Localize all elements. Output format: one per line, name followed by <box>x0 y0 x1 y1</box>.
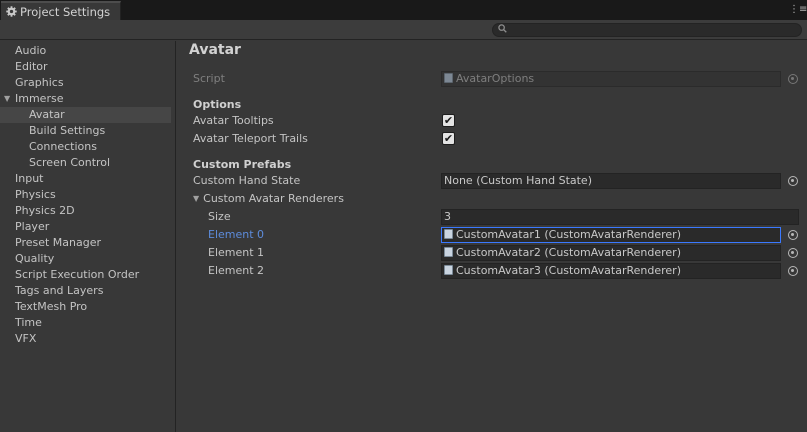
script-asset-icon <box>444 73 453 83</box>
sidebar-item-editor[interactable]: Editor <box>0 59 171 75</box>
element-0-value: CustomAvatar1 (CustomAvatarRenderer) <box>456 228 681 241</box>
sidebar-item-label: Editor <box>15 60 48 73</box>
sidebar-item-script-execution-order[interactable]: Script Execution Order <box>0 267 171 283</box>
settings-inspector: Avatar Script AvatarOptions Options Avat… <box>177 41 807 432</box>
sidebar-item-connections[interactable]: Connections <box>0 139 171 155</box>
sidebar-item-label: Quality <box>15 252 55 265</box>
size-value: 3 <box>444 210 451 223</box>
element-2-value: CustomAvatar3 (CustomAvatarRenderer) <box>456 264 681 277</box>
sidebar-item-label: TextMesh Pro <box>15 300 88 313</box>
tab-title: Project Settings <box>20 4 111 19</box>
element-1-field[interactable]: CustomAvatar2 (CustomAvatarRenderer) <box>441 245 781 261</box>
tab-menu-icon[interactable]: ⋮≡ <box>789 4 807 16</box>
size-label: Size <box>208 210 231 223</box>
object-picker-icon[interactable] <box>788 248 798 258</box>
custom-avatar-renderers-label: Custom Avatar Renderers <box>203 192 344 205</box>
object-picker-icon[interactable] <box>788 176 798 186</box>
element-0-field[interactable]: CustomAvatar1 (CustomAvatarRenderer) <box>441 227 781 243</box>
toolbar <box>0 20 807 40</box>
foldout-expanded-icon[interactable]: ▼ <box>4 91 10 107</box>
sidebar-item-label: Audio <box>15 44 47 57</box>
sidebar-item-label: Physics <box>15 188 56 201</box>
options-header: Options <box>193 98 242 111</box>
sidebar-item-label: Screen Control <box>29 156 111 169</box>
gear-icon <box>6 6 17 17</box>
foldout-expanded-icon[interactable]: ▼ <box>193 191 199 207</box>
object-picker-icon[interactable] <box>788 266 798 276</box>
sidebar-item-immerse[interactable]: ▼ Immerse <box>0 91 171 107</box>
object-picker-icon <box>788 74 798 84</box>
sidebar-item-label: Script Execution Order <box>15 268 140 281</box>
sidebar-item-graphics[interactable]: Graphics <box>0 75 171 91</box>
prefab-asset-icon <box>444 247 453 257</box>
custom-prefabs-header: Custom Prefabs <box>193 158 292 171</box>
prefab-asset-icon <box>444 265 453 275</box>
settings-sidebar: Audio Editor Graphics ▼ Immerse Avatar B… <box>0 41 176 432</box>
sidebar-item-physics[interactable]: Physics <box>0 187 171 203</box>
sidebar-item-label: Immerse <box>15 92 64 105</box>
element-2-field[interactable]: CustomAvatar3 (CustomAvatarRenderer) <box>441 263 781 279</box>
element-2-label: Element 2 <box>208 264 265 277</box>
sidebar-item-time[interactable]: Time <box>0 315 171 331</box>
sidebar-item-label: Tags and Layers <box>15 284 104 297</box>
script-field-value: AvatarOptions <box>456 72 535 85</box>
avatar-tooltips-checkbox[interactable]: ✔ <box>442 114 455 127</box>
avatar-tooltips-label: Avatar Tooltips <box>193 114 274 127</box>
sidebar-item-audio[interactable]: Audio <box>0 43 171 59</box>
sidebar-item-textmesh-pro[interactable]: TextMesh Pro <box>0 299 171 315</box>
sidebar-item-input[interactable]: Input <box>0 171 171 187</box>
sidebar-item-label: Physics 2D <box>15 204 75 217</box>
sidebar-item-label: VFX <box>15 332 37 345</box>
element-1-value: CustomAvatar2 (CustomAvatarRenderer) <box>456 246 681 259</box>
element-0-label: Element 0 <box>208 228 265 241</box>
sidebar-item-label: Graphics <box>15 76 64 89</box>
sidebar-item-vfx[interactable]: VFX <box>0 331 171 347</box>
avatar-teleport-trails-label: Avatar Teleport Trails <box>193 132 308 145</box>
script-field: AvatarOptions <box>441 71 781 87</box>
sidebar-item-label: Avatar <box>29 108 65 121</box>
sidebar-item-tags-and-layers[interactable]: Tags and Layers <box>0 283 171 299</box>
window-tab-bar: Project Settings ⋮≡ <box>0 0 807 20</box>
prefab-asset-icon <box>444 229 453 239</box>
sidebar-item-quality[interactable]: Quality <box>0 251 171 267</box>
sidebar-item-player[interactable]: Player <box>0 219 171 235</box>
sidebar-item-preset-manager[interactable]: Preset Manager <box>0 235 171 251</box>
sidebar-item-label: Connections <box>29 140 97 153</box>
tab-project-settings[interactable]: Project Settings <box>1 1 121 20</box>
search-field[interactable] <box>492 23 802 37</box>
element-1-label: Element 1 <box>208 246 265 259</box>
sidebar-item-label: Player <box>15 220 50 233</box>
custom-avatar-renderers-foldout[interactable]: ▼ Custom Avatar Renderers <box>193 191 344 207</box>
custom-hand-state-value: None (Custom Hand State) <box>444 174 592 187</box>
page-title: Avatar <box>189 42 241 58</box>
sidebar-item-label: Time <box>15 316 42 329</box>
sidebar-item-screen-control[interactable]: Screen Control <box>0 155 171 171</box>
object-picker-icon[interactable] <box>788 230 798 240</box>
sidebar-item-build-settings[interactable]: Build Settings <box>0 123 171 139</box>
sidebar-item-label: Input <box>15 172 44 185</box>
size-field[interactable]: 3 <box>441 209 799 225</box>
sidebar-item-avatar[interactable]: Avatar <box>0 107 171 123</box>
search-icon <box>498 24 507 37</box>
sidebar-item-label: Preset Manager <box>15 236 102 249</box>
avatar-teleport-trails-checkbox[interactable]: ✔ <box>442 132 455 145</box>
custom-hand-state-field[interactable]: None (Custom Hand State) <box>441 173 781 189</box>
sidebar-item-label: Build Settings <box>29 124 106 137</box>
sidebar-item-physics-2d[interactable]: Physics 2D <box>0 203 171 219</box>
script-label: Script <box>193 72 225 85</box>
custom-hand-state-label: Custom Hand State <box>193 174 301 187</box>
